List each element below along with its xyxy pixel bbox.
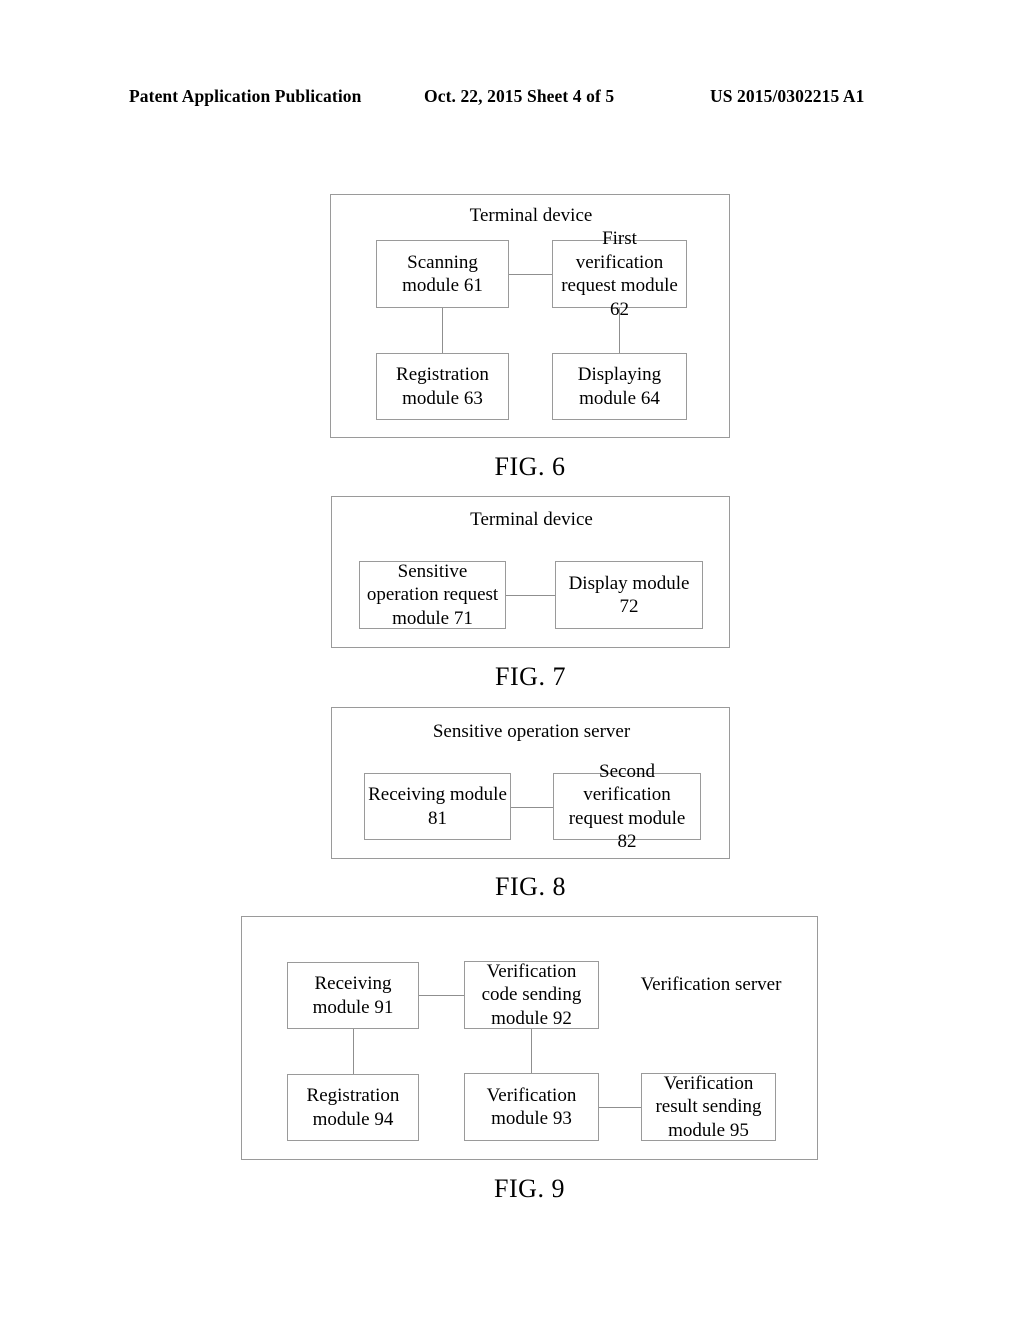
figure-8-container: Sensitive operation server Receiving mod… — [331, 707, 730, 859]
module-display-72-line2: 72 — [619, 596, 639, 617]
module-verification-result-sending-95: Verification result sending module 95 — [641, 1073, 776, 1141]
module-second-verification-request-82-line1: Second — [599, 760, 655, 782]
connector-91-to-94 — [353, 1029, 354, 1074]
publication-number: US 2015/0302215 A1 — [710, 86, 865, 106]
module-verification-code-sending-92-line3: module 92 — [491, 1007, 572, 1029]
module-second-verification-request-82-line2: verification — [583, 784, 671, 805]
figure-7-container-title: Terminal device — [470, 509, 593, 530]
figure-9-caption: FIG. 9 — [494, 1174, 565, 1203]
module-receiving-81-line1: Receiving module — [368, 784, 507, 805]
figure-6-container-title: Terminal device — [469, 205, 593, 226]
module-receiving-91: Receiving module 91 — [287, 962, 419, 1029]
connector-93-to-95 — [599, 1107, 641, 1108]
module-verification-code-sending-92: Verification code sending module 92 — [464, 961, 599, 1029]
module-verification-result-sending-95-line2: result sending — [655, 1096, 762, 1118]
module-first-verification-request-62-line2: request module — [561, 275, 678, 296]
module-scanning-61: Scanning module 61 — [376, 240, 509, 308]
module-first-verification-request-62-line1: First verification — [575, 228, 664, 273]
connector-81-to-82 — [511, 807, 553, 808]
connector-61-to-62 — [509, 274, 552, 275]
module-verification-code-sending-92-line1: Verification — [486, 960, 577, 982]
figure-8-container-title: Sensitive operation server — [432, 721, 631, 742]
connector-92-to-93 — [531, 1029, 532, 1073]
connector-71-to-72 — [506, 595, 555, 596]
figure-8-caption: FIG. 8 — [495, 872, 566, 901]
figure-6-container: Terminal device Scanning module 61 First… — [330, 194, 730, 438]
figure-7-caption: FIG. 7 — [495, 662, 566, 691]
module-registration-94-line1: Registration — [306, 1085, 400, 1106]
module-displaying-64-line1: Displaying — [577, 364, 662, 385]
module-verification-result-sending-95-line1: Verification — [663, 1072, 754, 1094]
module-registration-94: Registration module 94 — [287, 1074, 419, 1141]
module-sensitive-operation-request-71: Sensitive operation request module 71 — [359, 561, 506, 629]
figure-9-container: Verification server Receiving module 91 … — [241, 916, 818, 1160]
module-second-verification-request-82-line3: request module 82 — [568, 807, 686, 853]
module-receiving-81-line2: 81 — [428, 807, 447, 829]
module-receiving-81: Receiving module 81 — [364, 773, 511, 840]
figure-7-container: Terminal device Sensitive operation requ… — [331, 496, 730, 648]
module-registration-94-line2: module 94 — [312, 1108, 394, 1130]
module-verification-result-sending-95-line3: module 95 — [668, 1119, 749, 1141]
module-displaying-64: Displaying module 64 — [552, 353, 687, 420]
module-first-verification-request-62: First verification request module 62 — [552, 228, 687, 320]
figure-9-container-title-line1: Verification server — [640, 974, 782, 995]
module-verification-code-sending-92-line2: code sending — [481, 984, 582, 1006]
publication-type-label: Patent Application Publication — [129, 86, 362, 106]
module-verification-93-line1: Verification — [486, 1084, 577, 1106]
module-display-72-line1: Display module — [568, 572, 690, 594]
module-scanning-61-line2: module 61 — [402, 275, 483, 296]
module-displaying-64-line2: module 64 — [579, 387, 660, 409]
connector-91-to-92 — [419, 995, 464, 996]
module-registration-63: Registration module 63 — [376, 353, 509, 420]
connector-61-to-63 — [442, 308, 443, 353]
module-scanning-61-line1: Scanning — [407, 251, 478, 273]
module-display-72: Display module 72 — [555, 561, 703, 629]
figure-9-container-title: Verification server — [616, 973, 806, 997]
module-verification-93: Verification module 93 — [464, 1073, 599, 1141]
page-header: Patent Application Publication Oct. 22, … — [0, 86, 1024, 112]
connector-62-to-64 — [619, 308, 620, 353]
publication-date-sheet: Oct. 22, 2015 Sheet 4 of 5 — [424, 86, 615, 106]
module-verification-93-line2: module 93 — [491, 1108, 572, 1129]
module-sensitive-operation-request-71-line3: module 71 — [392, 607, 473, 629]
module-second-verification-request-82: Second verification request module 82 — [553, 761, 701, 852]
module-receiving-91-line2: module 91 — [312, 996, 394, 1018]
module-sensitive-operation-request-71-line2: operation request — [366, 584, 499, 606]
figure-6-caption: FIG. 6 — [494, 452, 566, 481]
module-sensitive-operation-request-71-line1: Sensitive — [397, 560, 468, 582]
module-registration-63-line1: Registration — [396, 364, 489, 385]
module-receiving-91-line1: Receiving — [314, 973, 392, 994]
module-registration-63-line2: module 63 — [402, 387, 483, 409]
